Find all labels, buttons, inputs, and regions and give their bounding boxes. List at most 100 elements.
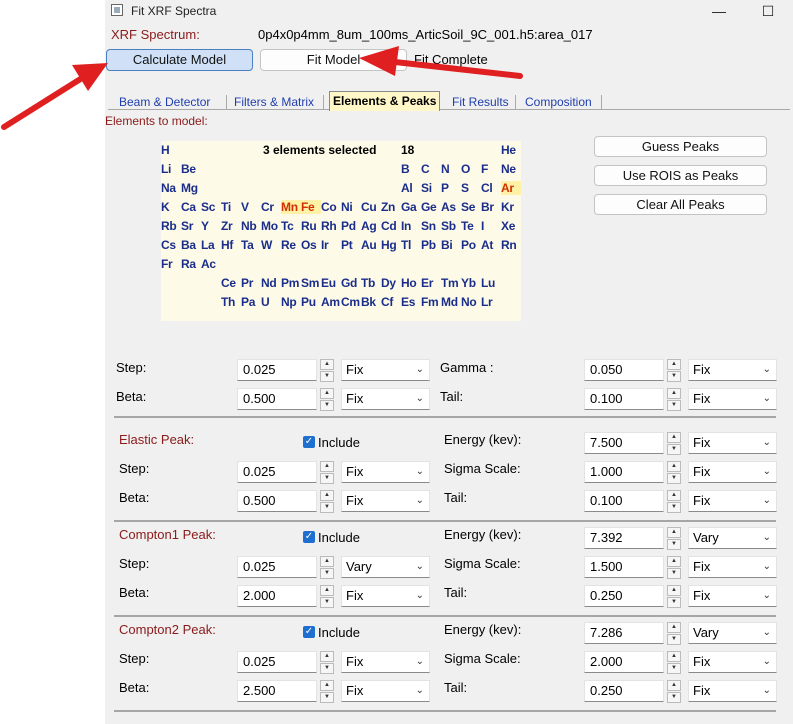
minimize-button[interactable]: —: [707, 1, 731, 21]
clear-peaks-button[interactable]: Clear All Peaks: [594, 194, 767, 215]
element-b[interactable]: B: [401, 162, 421, 176]
compton2-include-checkbox[interactable]: ✓: [303, 626, 315, 638]
compton1-sigma-spinner[interactable]: ▲ ▼: [667, 556, 681, 579]
element-ca[interactable]: Ca: [181, 200, 201, 214]
element-pa[interactable]: Pa: [241, 295, 261, 309]
element-u[interactable]: U: [261, 295, 281, 309]
element-v[interactable]: V: [241, 200, 261, 214]
element-al[interactable]: Al: [401, 181, 421, 195]
compton2-energy-input[interactable]: 7.286: [584, 622, 664, 644]
element-br[interactable]: Br: [481, 200, 501, 214]
element-kr[interactable]: Kr: [501, 200, 521, 214]
element-gd[interactable]: Gd: [341, 276, 361, 290]
element-ar[interactable]: Ar: [501, 181, 521, 195]
compton2-sigma-input[interactable]: 2.000: [584, 651, 664, 673]
element-pm[interactable]: Pm: [281, 276, 301, 290]
element-es[interactable]: Es: [401, 295, 421, 309]
element-ni[interactable]: Ni: [341, 200, 361, 214]
element-cm[interactable]: Cm: [341, 295, 361, 309]
maximize-button[interactable]: ☐: [756, 1, 780, 21]
element-no[interactable]: No: [461, 295, 481, 309]
beta-spinner[interactable]: ▲ ▼: [320, 388, 334, 411]
element-ba[interactable]: Ba: [181, 238, 201, 252]
compton1-step-spinner[interactable]: ▲ ▼: [320, 556, 334, 579]
elastic-step-input[interactable]: 0.025: [237, 461, 317, 483]
element-er[interactable]: Er: [421, 276, 441, 290]
step-input[interactable]: 0.025: [237, 359, 317, 381]
tab-elements-peaks[interactable]: Elements & Peaks: [329, 91, 441, 111]
element-in[interactable]: In: [401, 219, 421, 233]
elastic-sigma-mode-select[interactable]: Fix ⌄: [688, 461, 777, 483]
element-sr[interactable]: Sr: [181, 219, 201, 233]
compton1-sigma-input[interactable]: 1.500: [584, 556, 664, 578]
compton2-energy-spinner[interactable]: ▲ ▼: [667, 622, 681, 645]
element-cf[interactable]: Cf: [381, 295, 401, 309]
element-ra[interactable]: Ra: [181, 257, 201, 271]
element-fm[interactable]: Fm: [421, 295, 441, 309]
elastic-energy-input[interactable]: 7.500: [584, 432, 664, 454]
compton1-tail-spinner[interactable]: ▲ ▼: [667, 585, 681, 608]
element-po[interactable]: Po: [461, 238, 481, 252]
compton1-tail-input[interactable]: 0.250: [584, 585, 664, 607]
element-cu[interactable]: Cu: [361, 200, 381, 214]
elastic-energy-spinner[interactable]: ▲ ▼: [667, 432, 681, 455]
compton1-beta-spinner[interactable]: ▲ ▼: [320, 585, 334, 608]
beta-mode-select[interactable]: Fix ⌄: [341, 388, 430, 410]
element-ru[interactable]: Ru: [301, 219, 321, 233]
element-f[interactable]: F: [481, 162, 501, 176]
tab-filters-matrix[interactable]: Filters & Matrix: [234, 94, 314, 110]
compton2-sigma-spinner[interactable]: ▲ ▼: [667, 651, 681, 674]
element-h[interactable]: H: [161, 143, 181, 157]
compton2-beta-spinner[interactable]: ▲ ▼: [320, 680, 334, 703]
element-hg[interactable]: Hg: [381, 238, 401, 252]
element-ga[interactable]: Ga: [401, 200, 421, 214]
element-sm[interactable]: Sm: [301, 276, 321, 290]
beta-input[interactable]: 0.500: [237, 388, 317, 410]
element-ho[interactable]: Ho: [401, 276, 421, 290]
element-mn[interactable]: Mn: [281, 200, 301, 214]
compton2-tail-input[interactable]: 0.250: [584, 680, 664, 702]
tail-input[interactable]: 0.100: [584, 388, 664, 410]
element-cr[interactable]: Cr: [261, 200, 281, 214]
element-sn[interactable]: Sn: [421, 219, 441, 233]
use-rois-button[interactable]: Use ROIS as Peaks: [594, 165, 767, 186]
compton1-energy-input[interactable]: 7.392: [584, 527, 664, 549]
elastic-beta-spinner[interactable]: ▲ ▼: [320, 490, 334, 513]
element-cs[interactable]: Cs: [161, 238, 181, 252]
element-bi[interactable]: Bi: [441, 238, 461, 252]
element-au[interactable]: Au: [361, 238, 381, 252]
element-np[interactable]: Np: [281, 295, 301, 309]
elastic-sigma-input[interactable]: 1.000: [584, 461, 664, 483]
element-c[interactable]: C: [421, 162, 441, 176]
compton1-step-mode-select[interactable]: Vary ⌄: [341, 556, 430, 578]
element-nb[interactable]: Nb: [241, 219, 261, 233]
element-si[interactable]: Si: [421, 181, 441, 195]
gamma-spinner[interactable]: ▲ ▼: [667, 359, 681, 382]
element-rn[interactable]: Rn: [501, 238, 521, 252]
element-lr[interactable]: Lr: [481, 295, 501, 309]
compton1-include-checkbox[interactable]: ✓: [303, 531, 315, 543]
element-rh[interactable]: Rh: [321, 219, 341, 233]
element-se[interactable]: Se: [461, 200, 481, 214]
element-md[interactable]: Md: [441, 295, 461, 309]
element-eu[interactable]: Eu: [321, 276, 341, 290]
compton2-step-mode-select[interactable]: Fix ⌄: [341, 651, 430, 673]
element-xe[interactable]: Xe: [501, 219, 521, 233]
element-be[interactable]: Be: [181, 162, 201, 176]
element-bk[interactable]: Bk: [361, 295, 381, 309]
element-rb[interactable]: Rb: [161, 219, 181, 233]
element-ne[interactable]: Ne: [501, 162, 521, 176]
elastic-energy-mode-select[interactable]: Fix ⌄: [688, 432, 777, 454]
element-ge[interactable]: Ge: [421, 200, 441, 214]
element-y[interactable]: Y: [201, 219, 221, 233]
element-na[interactable]: Na: [161, 181, 181, 195]
element-zr[interactable]: Zr: [221, 219, 241, 233]
element-mo[interactable]: Mo: [261, 219, 281, 233]
element-os[interactable]: Os: [301, 238, 321, 252]
element-tb[interactable]: Tb: [361, 276, 381, 290]
element-tm[interactable]: Tm: [441, 276, 461, 290]
compton1-sigma-mode-select[interactable]: Fix ⌄: [688, 556, 777, 578]
elastic-step-spinner[interactable]: ▲ ▼: [320, 461, 334, 484]
element-hf[interactable]: Hf: [221, 238, 241, 252]
tail-spinner[interactable]: ▲ ▼: [667, 388, 681, 411]
